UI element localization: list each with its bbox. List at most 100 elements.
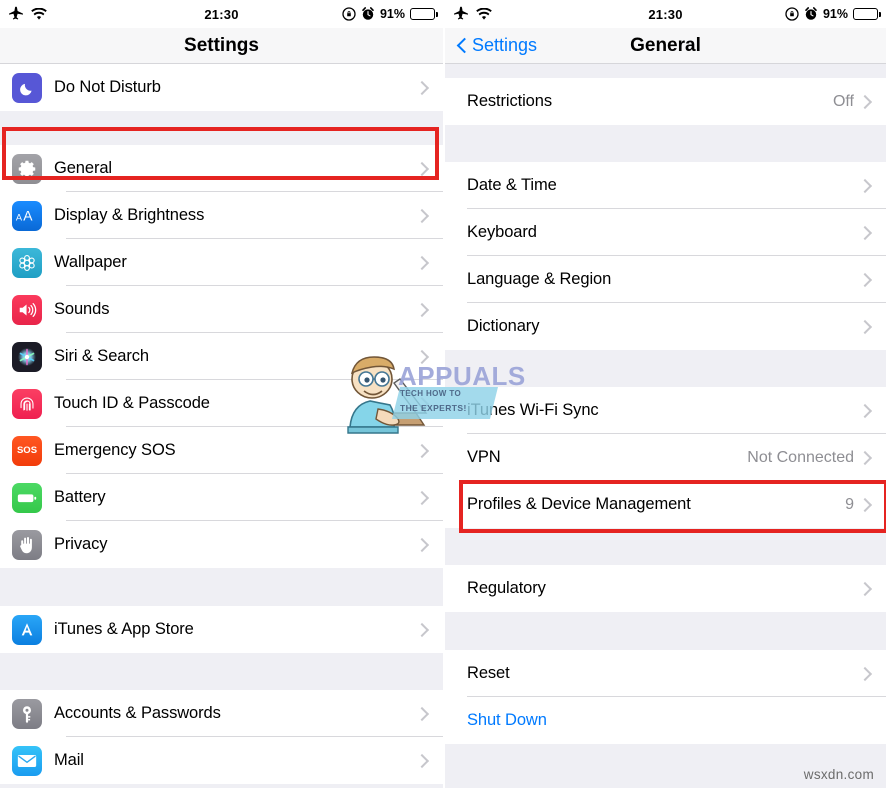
list-item-keyboard[interactable]: Keyboard — [445, 209, 886, 256]
sidebar-item-itunes-app-store[interactable]: iTunes & App Store — [0, 606, 443, 653]
speaker-icon — [12, 294, 42, 325]
app-store-icon — [12, 614, 42, 645]
list-item-value: Not Connected — [747, 448, 854, 466]
key-icon — [12, 698, 42, 729]
sidebar-item-accounts-passwords[interactable]: Accounts & Passwords — [0, 690, 443, 737]
sidebar-item-label: Privacy — [54, 535, 108, 553]
settings-panel: 21:30 91% Settings Do Not Disturb Genera… — [0, 0, 443, 788]
hand-icon — [12, 529, 42, 560]
general-group-3: iTunes Wi-Fi Sync VPN Not Connected Prof… — [445, 387, 886, 528]
status-bar-right: 21:30 91% — [445, 0, 886, 28]
fingerprint-icon — [12, 388, 42, 419]
sidebar-item-label: Touch ID & Passcode — [54, 394, 210, 412]
list-item-label: Profiles & Device Management — [467, 495, 691, 513]
list-item-label: Dictionary — [467, 317, 540, 335]
chevron-right-icon — [417, 210, 429, 222]
general-group-5: Reset Shut Down — [445, 650, 886, 744]
group-gap-3 — [0, 653, 443, 690]
chevron-right-icon — [417, 398, 429, 410]
list-item-regulatory[interactable]: Regulatory — [445, 565, 886, 612]
moon-icon — [12, 72, 42, 103]
sidebar-item-emergency-sos[interactable]: SOS Emergency SOS — [0, 427, 443, 474]
chevron-right-icon — [860, 499, 872, 511]
battery-icon — [12, 482, 42, 513]
general-group-4: Regulatory — [445, 565, 886, 612]
site-watermark: wsxdn.com — [803, 767, 874, 782]
list-item-label: Keyboard — [467, 223, 537, 241]
sidebar-item-touch-id-passcode[interactable]: Touch ID & Passcode — [0, 380, 443, 427]
settings-group-2: General AA Display & Brightness Wallpape… — [0, 145, 443, 568]
back-button[interactable]: Settings — [445, 35, 537, 56]
sidebar-item-label: Accounts & Passwords — [54, 704, 221, 722]
status-bar-clock: 21:30 — [648, 6, 683, 22]
list-item-date-time[interactable]: Date & Time — [445, 162, 886, 209]
sidebar-item-display-brightness[interactable]: AA Display & Brightness — [0, 192, 443, 239]
list-item-label: Reset — [467, 664, 510, 682]
settings-group-3: iTunes & App Store — [0, 606, 443, 653]
list-item-language-region[interactable]: Language & Region — [445, 256, 886, 303]
status-bar-clock: 21:30 — [204, 6, 239, 22]
sidebar-item-label: Mail — [54, 751, 84, 769]
group-gap-2 — [0, 568, 443, 606]
chevron-right-icon — [860, 452, 872, 464]
sidebar-item-label: Battery — [54, 488, 106, 506]
chevron-right-icon — [417, 492, 429, 504]
group-gap-3 — [445, 528, 886, 565]
settings-group-4: Accounts & Passwords Mail — [0, 690, 443, 784]
sidebar-item-wallpaper[interactable]: Wallpaper — [0, 239, 443, 286]
group-gap-4 — [445, 612, 886, 650]
chevron-right-icon — [860, 96, 872, 108]
sidebar-item-general[interactable]: General — [0, 145, 443, 192]
chevron-right-icon — [417, 163, 429, 175]
flower-icon — [12, 247, 42, 278]
general-nav-bar: Settings General — [445, 28, 886, 64]
chevron-right-icon — [860, 405, 872, 417]
chevron-right-icon — [417, 82, 429, 94]
svg-text:A: A — [23, 207, 33, 223]
sidebar-item-do-not-disturb[interactable]: Do Not Disturb — [0, 64, 443, 111]
general-group-1: Restrictions Off — [445, 78, 886, 125]
list-item-shut-down[interactable]: Shut Down — [445, 697, 886, 744]
group-gap-2 — [445, 350, 886, 387]
list-item-dictionary[interactable]: Dictionary — [445, 303, 886, 350]
general-list-scroll[interactable]: Restrictions Off Date & Time Keyboard La… — [445, 64, 886, 788]
list-item-label: Regulatory — [467, 579, 546, 597]
list-item-profiles-device-management[interactable]: Profiles & Device Management 9 — [445, 481, 886, 528]
sidebar-item-mail[interactable]: Mail — [0, 737, 443, 784]
list-item-restrictions[interactable]: Restrictions Off — [445, 78, 886, 125]
envelope-icon — [12, 745, 42, 776]
screenshot-root: 21:30 91% Settings Do Not Disturb Genera… — [0, 0, 886, 788]
back-button-label: Settings — [472, 35, 538, 55]
battery-full-icon — [410, 8, 438, 20]
list-item-label: Shut Down — [467, 711, 547, 729]
group-gap-top — [445, 64, 886, 78]
chevron-right-icon — [860, 321, 872, 333]
settings-nav-bar: Settings — [0, 28, 443, 64]
sidebar-item-battery[interactable]: Battery — [0, 474, 443, 521]
list-item-label: Language & Region — [467, 270, 612, 288]
chevron-right-icon — [860, 180, 872, 192]
sidebar-item-label: Do Not Disturb — [54, 78, 161, 96]
settings-list-scroll[interactable]: Do Not Disturb General A A Display & Bri… — [0, 64, 443, 788]
chevron-right-icon — [417, 624, 429, 636]
sidebar-item-label: Siri & Search — [54, 347, 149, 365]
list-item-itunes-wifi-sync[interactable]: iTunes Wi-Fi Sync — [445, 387, 886, 434]
list-item-vpn[interactable]: VPN Not Connected — [445, 434, 886, 481]
chevron-right-icon — [860, 583, 872, 595]
list-item-value: Off — [832, 92, 854, 110]
sidebar-item-siri-search[interactable]: Siri & Search — [0, 333, 443, 380]
chevron-right-icon — [860, 227, 872, 239]
sidebar-item-label: Display & Brightness — [54, 206, 205, 224]
sidebar-item-label: Wallpaper — [54, 253, 127, 271]
group-gap-1 — [445, 125, 886, 162]
sidebar-item-sounds[interactable]: Sounds — [0, 286, 443, 333]
sidebar-item-label: iTunes & App Store — [54, 620, 194, 638]
list-item-reset[interactable]: Reset — [445, 650, 886, 697]
sidebar-item-privacy[interactable]: Privacy — [0, 521, 443, 568]
chevron-left-icon — [457, 37, 468, 55]
list-item-label: VPN — [467, 448, 501, 466]
settings-page-title: Settings — [184, 34, 259, 56]
battery-full-icon — [853, 8, 881, 20]
chevron-right-icon — [417, 539, 429, 551]
sidebar-item-label: General — [54, 159, 113, 177]
